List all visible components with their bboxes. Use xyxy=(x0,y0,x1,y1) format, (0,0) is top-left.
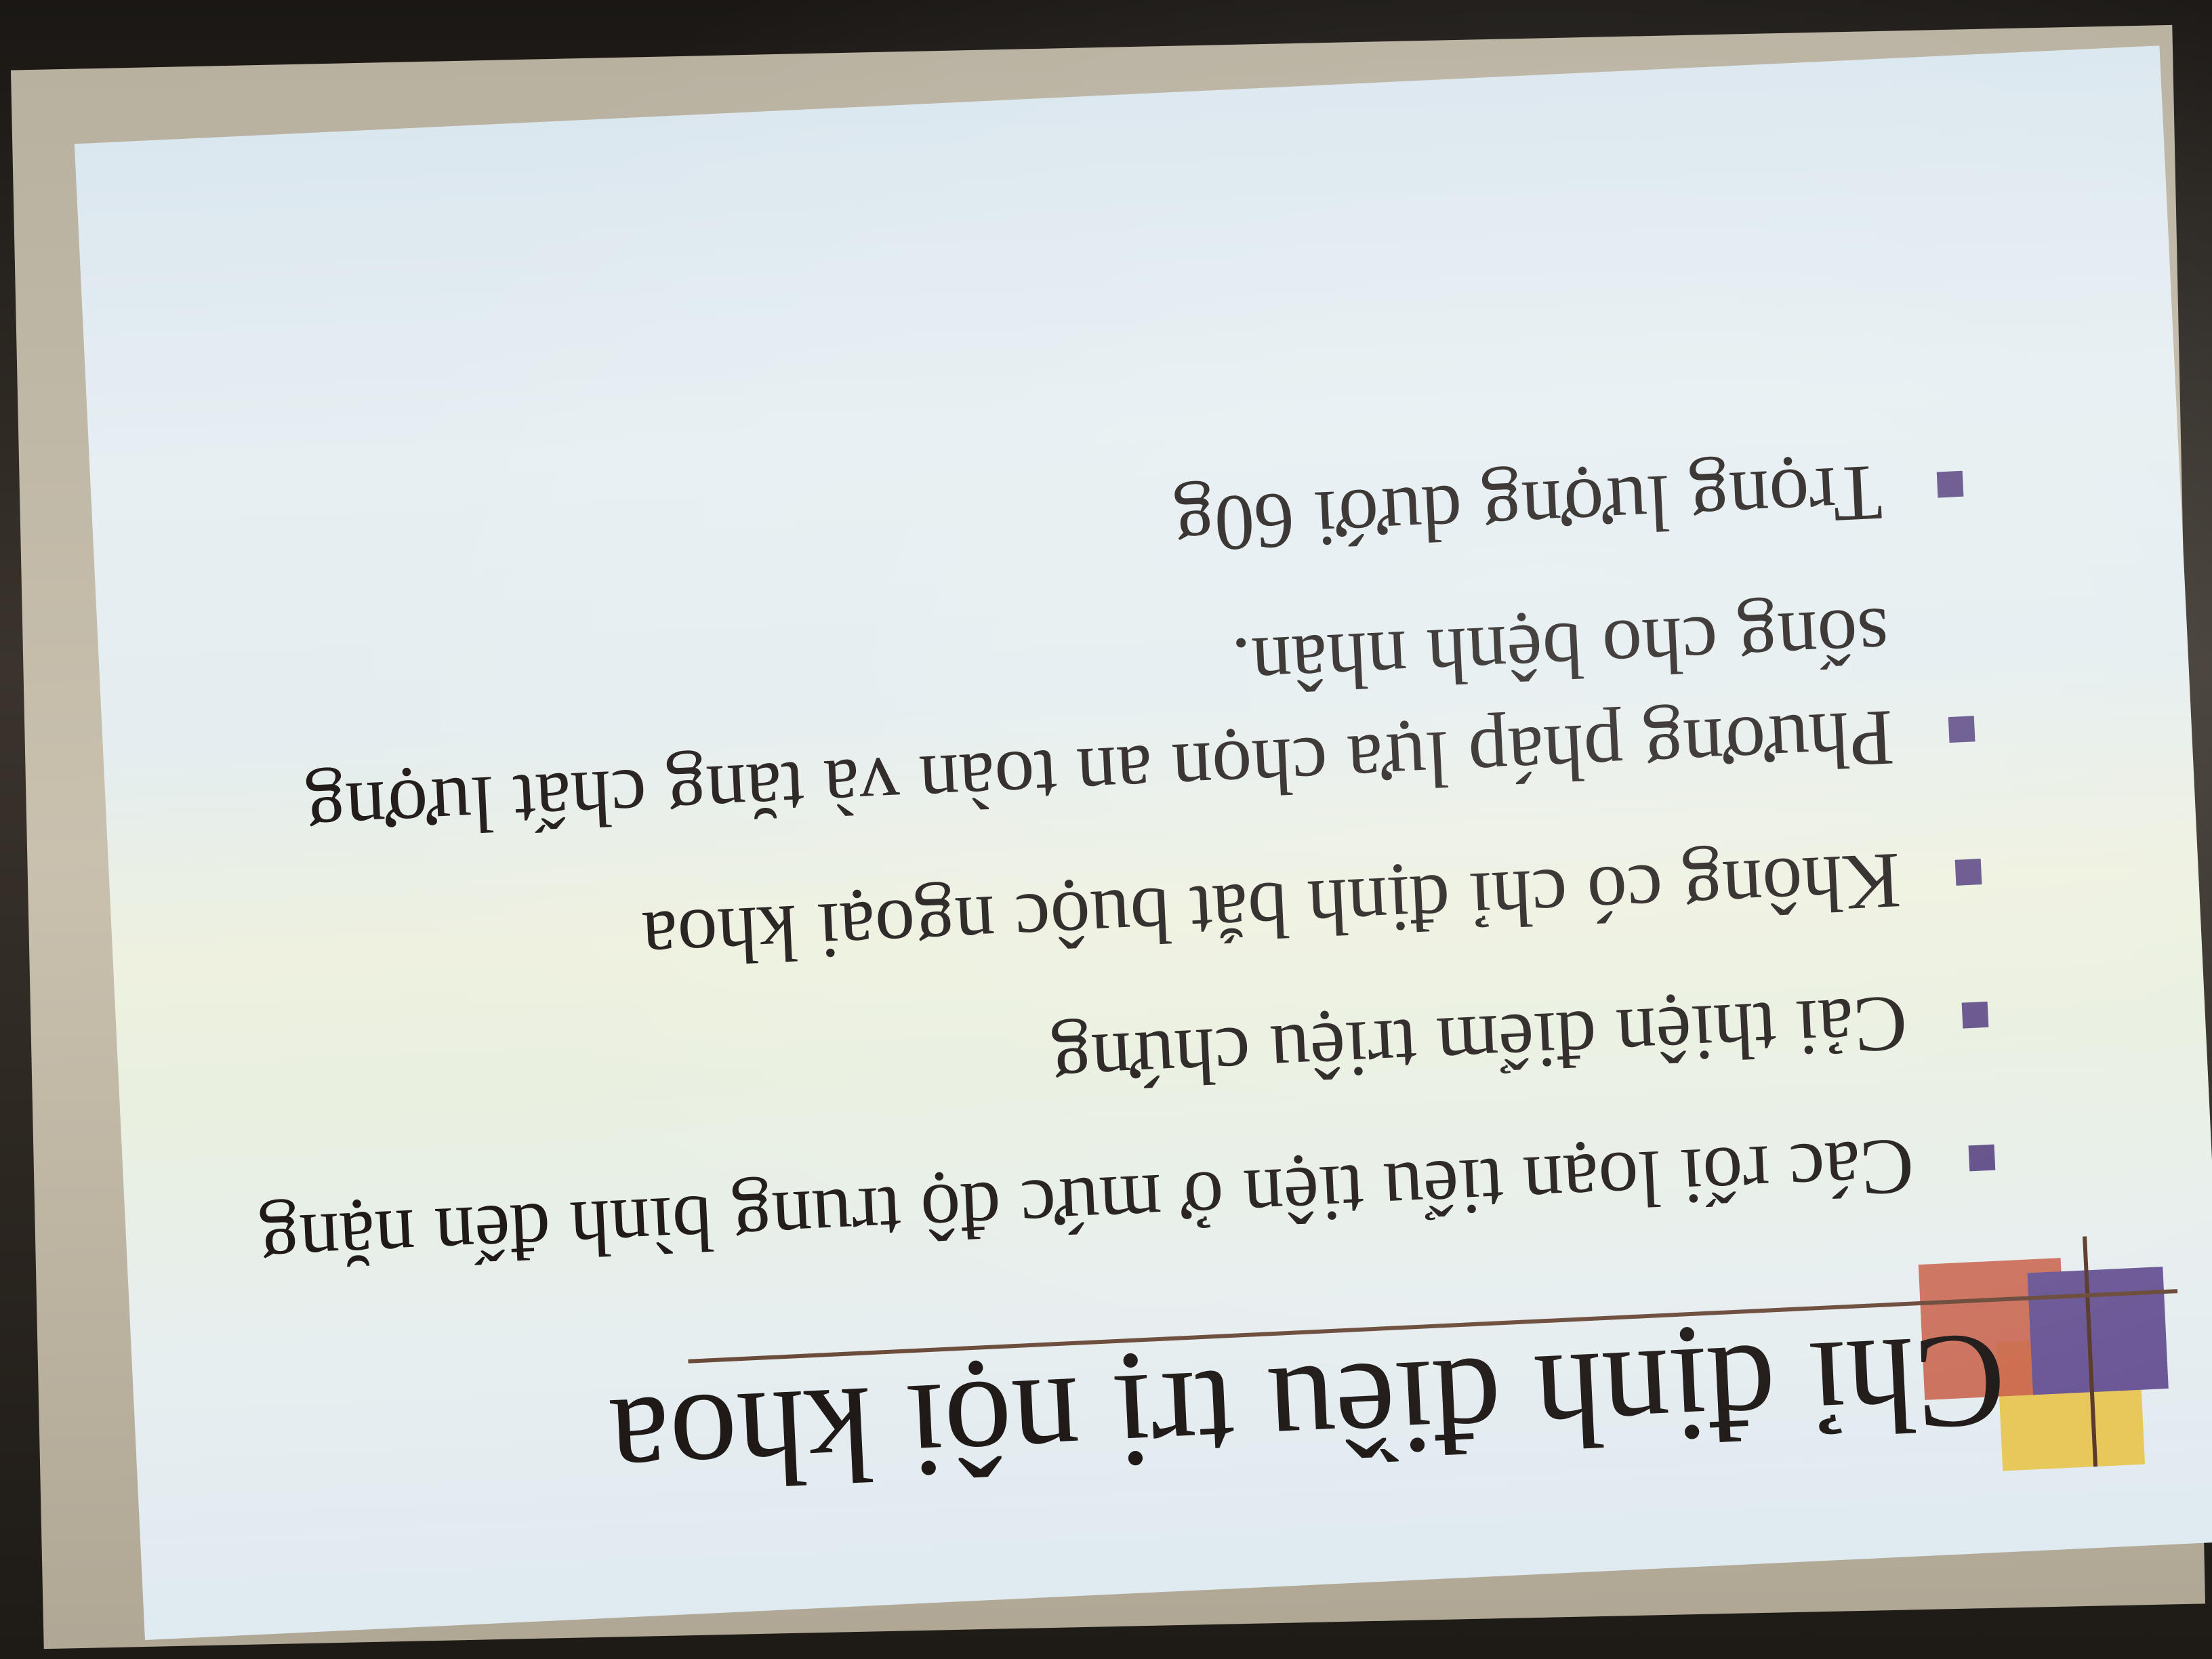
slide-title: Chỉ định điều trị nội khoa xyxy=(607,1305,2009,1521)
photo-scene: Chỉ định điều trị nội khoa Các rối loạn … xyxy=(0,0,2212,1659)
bullet-text: Cải thiện điểm triệu chứng xyxy=(1049,979,1910,1108)
bullet-list: Các rối loạn tiểu tiện ở mức độ trung bì… xyxy=(199,397,1997,1296)
presentation-slide: Chỉ định điều trị nội khoa Các rối loạn … xyxy=(74,45,2212,1640)
bullet-text: Các rối loạn tiểu tiện ở mức độ trung bì… xyxy=(258,1122,1917,1289)
bullet-square-icon xyxy=(1954,859,1982,886)
bullet-square-icon xyxy=(1948,716,1975,743)
projector-screen: Chỉ định điều trị nội khoa Các rối loạn … xyxy=(10,24,2212,1650)
bullet-square-icon xyxy=(1936,470,1964,498)
bullet-square-icon xyxy=(1961,1001,1989,1029)
purple-square xyxy=(2027,1267,2169,1395)
bullet-square-icon xyxy=(1968,1144,1996,1172)
bullet-text: Trọng lượng dưới 60g xyxy=(1172,448,1885,571)
list-item: Phương pháp lựa chọn an toàn và tăng chấ… xyxy=(207,580,1977,867)
bullet-text: Không có chỉ định bắt buộc ngoại khoa xyxy=(640,836,1903,985)
bullet-text: Phương pháp lựa chọn an toàn và tăng chấ… xyxy=(304,591,1896,857)
